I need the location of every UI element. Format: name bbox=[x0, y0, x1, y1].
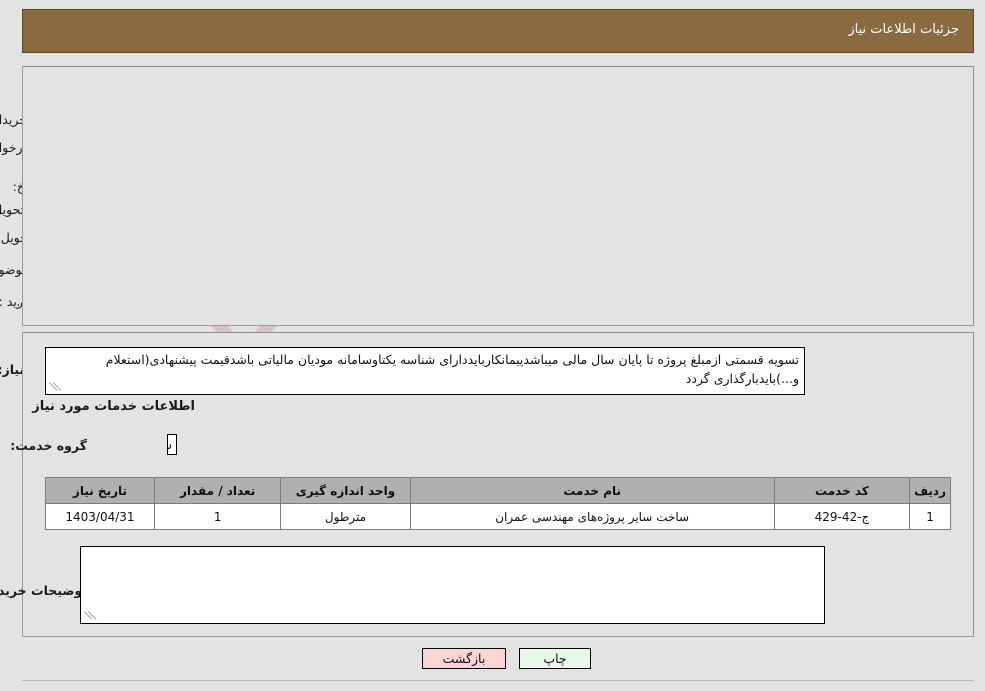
cell-code: ج-42-429 bbox=[773, 503, 911, 530]
services-heading: اطلاعات خدمات مورد نیاز bbox=[32, 399, 195, 414]
cell-radif: 1 bbox=[909, 503, 951, 530]
general-desc-text: تسویه قسمتی ازمبلغ پروژه تا پایان سال ما… bbox=[105, 352, 799, 386]
back-button[interactable]: بازگشت bbox=[422, 648, 506, 669]
th-date: تاریخ نیاز bbox=[45, 477, 155, 504]
service-group-field[interactable]: ساختمان bbox=[167, 434, 177, 455]
label-service-group: گروه خدمت: bbox=[10, 438, 87, 453]
table-header-row: ردیف کد خدمت نام خدمت واحد اندازه گیری ت… bbox=[45, 477, 951, 504]
page-root: AriaTender.net جزئیات اطلاعات نیاز شماره… bbox=[0, 0, 985, 691]
general-desc-textarea[interactable]: تسویه قسمتی ازمبلغ پروژه تا پایان سال ما… bbox=[45, 347, 805, 395]
page-header-bar: جزئیات اطلاعات نیاز bbox=[22, 9, 974, 53]
cell-qty: 1 bbox=[153, 503, 282, 530]
buyer-notes-textarea[interactable] bbox=[80, 546, 825, 624]
th-name: نام خدمت bbox=[409, 477, 775, 504]
services-table: ردیف کد خدمت نام خدمت واحد اندازه گیری ت… bbox=[45, 477, 951, 530]
bottom-divider bbox=[22, 680, 974, 681]
cell-name: ساخت سایر پروژه‌های مهندسی عمران bbox=[409, 503, 775, 530]
th-unit: واحد اندازه گیری bbox=[280, 477, 411, 504]
resize-grip-icon[interactable] bbox=[48, 383, 58, 393]
th-qty: تعداد / مقدار bbox=[153, 477, 282, 504]
cell-date: 1403/04/31 bbox=[45, 503, 155, 530]
page-title: جزئیات اطلاعات نیاز bbox=[848, 22, 959, 37]
resize-grip-icon-notes[interactable] bbox=[83, 612, 93, 622]
cell-unit: مترطول bbox=[280, 503, 411, 530]
need-info-panel bbox=[22, 66, 974, 326]
label-buyer-notes: توضیحات خریدار: bbox=[0, 583, 87, 598]
table-row: 1 ج-42-429 ساخت سایر پروژه‌های مهندسی عم… bbox=[45, 503, 951, 530]
th-radif: ردیف bbox=[909, 477, 951, 504]
print-button[interactable]: چاپ bbox=[519, 648, 591, 669]
th-code: کد خدمت bbox=[773, 477, 911, 504]
